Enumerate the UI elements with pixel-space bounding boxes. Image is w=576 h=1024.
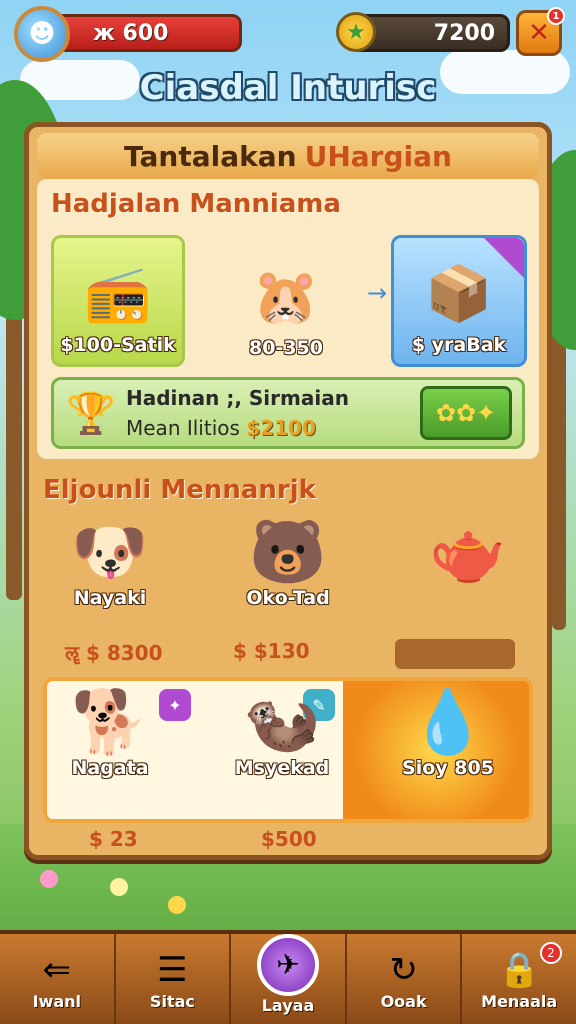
close-button[interactable]: ✕ 1 (516, 7, 565, 56)
promo-price: $2100 (246, 416, 316, 440)
pet-name: Oko-Tad (246, 587, 330, 609)
otter-icon: 🦦 (243, 685, 321, 758)
promo-subtitle: Mean Ilitios $2100 (126, 416, 316, 440)
nav-item-refresh[interactable]: ↻ Ooak (347, 934, 463, 1024)
pet-card[interactable]: 🐶 Nayaki (35, 515, 185, 610)
pet-card[interactable]: 🦦 Msyekad (207, 685, 357, 780)
offer-caption: $100-Satik (60, 334, 176, 356)
offer-caption: $ yraBak (411, 334, 507, 356)
pet-card[interactable]: 🐻 Oko-Tad (213, 515, 363, 610)
coin-counter: ж 600 (50, 14, 242, 52)
flowers-icon: ✿✿✦ (435, 399, 497, 427)
nav-item-locked[interactable]: 🔒 Menaala 2 (462, 934, 576, 1024)
bottom-nav: ⇐ Iwanl ☰ Sitac ✈ Layaa ↻ Ooak 🔒 Menaala… (0, 930, 576, 1024)
promo-banner: 🏆 Hadinan ;, Sirmaian Mean Ilitios $2100… (51, 377, 525, 449)
offer-caption: 80-350 (249, 337, 323, 359)
pet-card[interactable]: 🐕 Nagata (47, 685, 185, 780)
offer-card-radio[interactable]: 📻 $100-Satik (51, 235, 185, 367)
notification-badge: 2 (539, 942, 562, 964)
nav-label: Iwanl (32, 991, 81, 1011)
pet-name: Sioy 805 (402, 757, 494, 779)
back-arrow-icon: ⇐ (42, 949, 72, 990)
pet-card[interactable]: 🫖 (393, 517, 543, 587)
puppy-icon: 🐕 (71, 685, 149, 758)
top-bar: ж 600 ☻ 7200 ★ ✕ 1 (10, 6, 566, 62)
offer-card-chest[interactable]: 📦 $ yraBak (391, 235, 527, 367)
droplet-icon: 💧 (409, 685, 487, 758)
close-icon: ✕ (528, 18, 550, 48)
radio-icon: 📻 (84, 262, 152, 325)
hamster-icon: 🐹 (252, 265, 320, 328)
locked-price-bar (395, 639, 515, 669)
gem-amount: 7200 (433, 20, 495, 46)
pet-price: $ $130 (233, 639, 310, 663)
promo-subtitle-text: Mean Ilitios (126, 416, 240, 440)
pet-price: $500 (261, 827, 317, 851)
panel-title-accent: UHargian (304, 139, 452, 173)
pet-price: $ 23 (89, 827, 138, 851)
promo-title: Hadinan ;, Sirmaian (126, 386, 349, 410)
nav-item-home[interactable]: ⇐ Iwanl (0, 934, 116, 1024)
star-icon: ★ (336, 12, 376, 52)
panel-title: Tantalakan (124, 139, 297, 173)
coin-amount: ж 600 (93, 20, 169, 46)
refresh-icon: ↻ (389, 949, 418, 990)
avatar-icon: ☻ (28, 19, 56, 49)
pet-card[interactable]: 💧 Sioy 805 (373, 685, 523, 780)
nav-label: Menaala (481, 991, 558, 1011)
price-row-bottom: $ 23 $500 (43, 827, 533, 857)
nav-label: Ooak (380, 991, 427, 1011)
pet-row-top: 🐶 Nayaki 🐻 Oko-Tad 🫖 (43, 517, 533, 637)
dog-icon: 🐶 (71, 515, 149, 588)
shop-panel: Tantalakan UHargian Hadjalan Manniama 📻 … (24, 122, 552, 860)
list-icon: ☰ (157, 949, 188, 990)
star-glyph: ★ (346, 19, 366, 45)
pet-name: Msyekad (234, 757, 330, 779)
featured-section-title: Hadjalan Manniama (51, 189, 341, 219)
player-avatar[interactable]: ☻ (14, 6, 70, 62)
nav-item-list[interactable]: ☰ Sitac (116, 934, 232, 1024)
nav-item-play[interactable]: ✈ Layaa (231, 933, 347, 1024)
arrow-right-icon: → (367, 279, 388, 307)
price-row-top: ॡ $ 8300 $ $130 (43, 639, 533, 669)
lock-icon: 🔒 (498, 949, 541, 990)
promo-buy-button[interactable]: ✿✿✦ (420, 386, 512, 440)
corner-ribbon (484, 238, 524, 278)
pet-price: ॡ $ 8300 (65, 641, 163, 665)
teapot-icon: 🫖 (429, 515, 507, 588)
bear-icon: 🐻 (249, 515, 327, 588)
selected-pets-panel: ✦ ✎ 🐕 Nagata 🦦 Msyekad 💧 Sioy 805 (43, 677, 533, 823)
nav-label: Sitac (149, 991, 195, 1011)
pet-name: Nagata (71, 757, 149, 779)
trophy-icon: 🏆 (66, 391, 116, 437)
offer-row: 📻 $100-Satik 🐹 80-350 → 📦 $ yraBak (51, 235, 527, 367)
featured-section: Hadjalan Manniama 📻 $100-Satik 🐹 80-350 … (37, 179, 539, 459)
nav-label: Layaa (261, 995, 315, 1015)
pet-name: Nayaki (73, 587, 147, 609)
plane-icon: ✈ (256, 933, 319, 996)
offer-card-pet[interactable]: 🐹 80-350 (201, 235, 371, 367)
game-title: Ciasdal Inturisc (139, 68, 437, 108)
pets-section-title: Eljounli Mennanrjk (43, 475, 316, 505)
chest-icon: 📦 (425, 262, 493, 325)
panel-header: Tantalakan UHargian (37, 133, 539, 179)
close-badge: 1 (547, 7, 565, 25)
